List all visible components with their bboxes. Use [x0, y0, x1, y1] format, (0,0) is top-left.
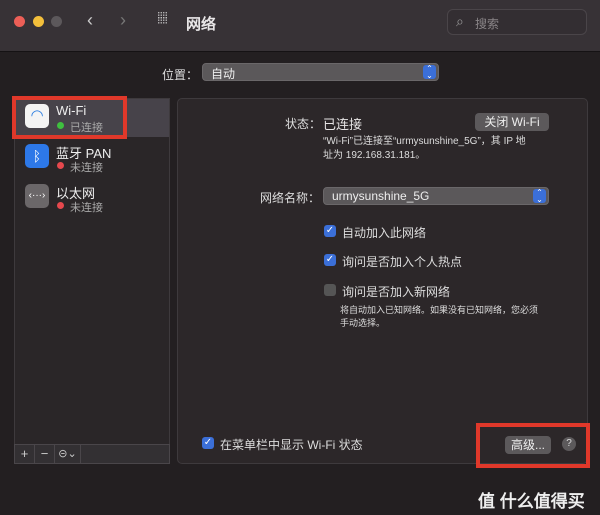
close-button[interactable] [14, 16, 25, 27]
status-description-line2: 址为 192.168.31.181。 [323, 150, 426, 161]
updown-icon: ⌃ ⌄ [423, 65, 436, 80]
show-in-menubar-checkbox[interactable]: ✓ [202, 437, 214, 449]
turn-off-wifi-button[interactable]: 关闭 Wi-Fi [475, 113, 549, 131]
network-name-label: 网络名称： [260, 191, 321, 205]
sidebar-item-bluetooth-pan[interactable]: ᛒ 蓝牙 PAN 未连接 [15, 139, 169, 177]
search-placeholder: 搜索 [475, 17, 500, 31]
watermark: 值 什么值得买 [478, 492, 585, 511]
window-title: 网络 [186, 16, 217, 33]
highlight-box [12, 96, 127, 139]
network-name-select[interactable]: urmysunshine_5G ⌃ ⌄ [323, 187, 549, 205]
ask-new-network-checkbox[interactable] [324, 284, 336, 296]
search-input[interactable]: ⌕ 搜索 [447, 9, 587, 35]
updown-icon: ⌃ ⌄ [533, 189, 546, 204]
add-service-button[interactable]: + [15, 445, 35, 463]
grid-icon[interactable]: ⁝⁝⁝⁝ ⁝⁝⁝⁝ [157, 11, 168, 27]
actions-menu-button[interactable]: ⊝⌄ [55, 445, 81, 463]
ask-new-network-label: 询问是否加入新网络 [342, 285, 451, 299]
auto-join-label: 自动加入此网络 [342, 226, 427, 240]
status-description-line1: “Wi-Fi”已连接至“urmysunshine_5G”，其 IP 地 [323, 136, 526, 147]
service-list: ◠ Wi-Fi 已连接 ᛒ 蓝牙 PAN 未连接 ‹···› 以太网 未连接 [14, 98, 170, 464]
ask-hotspot-label: 询问是否加入个人热点 [342, 255, 463, 269]
forward-icon[interactable]: › [120, 10, 126, 31]
status-dot [57, 162, 64, 169]
sidebar-item-ethernet[interactable]: ‹···› 以太网 未连接 [15, 179, 169, 217]
item-status: 未连接 [70, 162, 103, 174]
zoom-button[interactable] [51, 16, 62, 27]
ethernet-icon: ‹···› [25, 184, 49, 208]
location-label: 位置： [162, 68, 199, 82]
auto-join-checkbox[interactable]: ✓ [324, 225, 336, 237]
highlight-box [476, 423, 590, 468]
show-in-menubar-label: 在菜单栏中显示 Wi-Fi 状态 [220, 438, 363, 452]
minimize-button[interactable] [33, 16, 44, 27]
bluetooth-icon: ᛒ [25, 144, 49, 168]
hint-line1: 将自动加入已知网络。如果没有已知网络，您必须 [340, 305, 539, 315]
status-dot [57, 202, 64, 209]
network-name-value: urmysunshine_5G [332, 189, 430, 203]
location-value: 自动 [211, 67, 236, 81]
item-status: 未连接 [70, 202, 103, 214]
remove-service-button[interactable]: − [35, 445, 55, 463]
status-label: 状态： [285, 117, 322, 131]
back-icon[interactable]: ‹ [87, 10, 93, 31]
hint-line2: 手动选择。 [340, 318, 386, 328]
location-select[interactable]: 自动 ⌃ ⌄ [202, 63, 439, 81]
service-toolbar: + − ⊝⌄ [14, 444, 170, 464]
ask-hotspot-checkbox[interactable]: ✓ [324, 254, 336, 266]
status-value: 已连接 [323, 117, 363, 132]
title-bar: ‹ › ⁝⁝⁝⁝ ⁝⁝⁝⁝ 网络 ⌕ 搜索 [0, 0, 600, 52]
search-icon: ⌕ [456, 13, 464, 29]
